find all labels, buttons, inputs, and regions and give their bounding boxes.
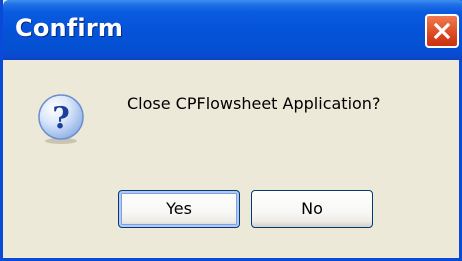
close-icon <box>433 22 451 40</box>
close-button[interactable] <box>425 14 459 48</box>
question-icon: ? <box>38 94 84 144</box>
title-bar[interactable]: Confirm <box>3 0 462 60</box>
svg-text:?: ? <box>52 101 70 136</box>
window-title: Confirm <box>15 14 124 42</box>
confirm-message: Close CPFlowsheet Application? <box>127 94 381 113</box>
no-button[interactable]: No <box>251 190 373 228</box>
yes-button[interactable]: Yes <box>118 190 240 228</box>
confirm-dialog: Confirm ? Close CPFlowsheet Application?… <box>0 0 462 261</box>
